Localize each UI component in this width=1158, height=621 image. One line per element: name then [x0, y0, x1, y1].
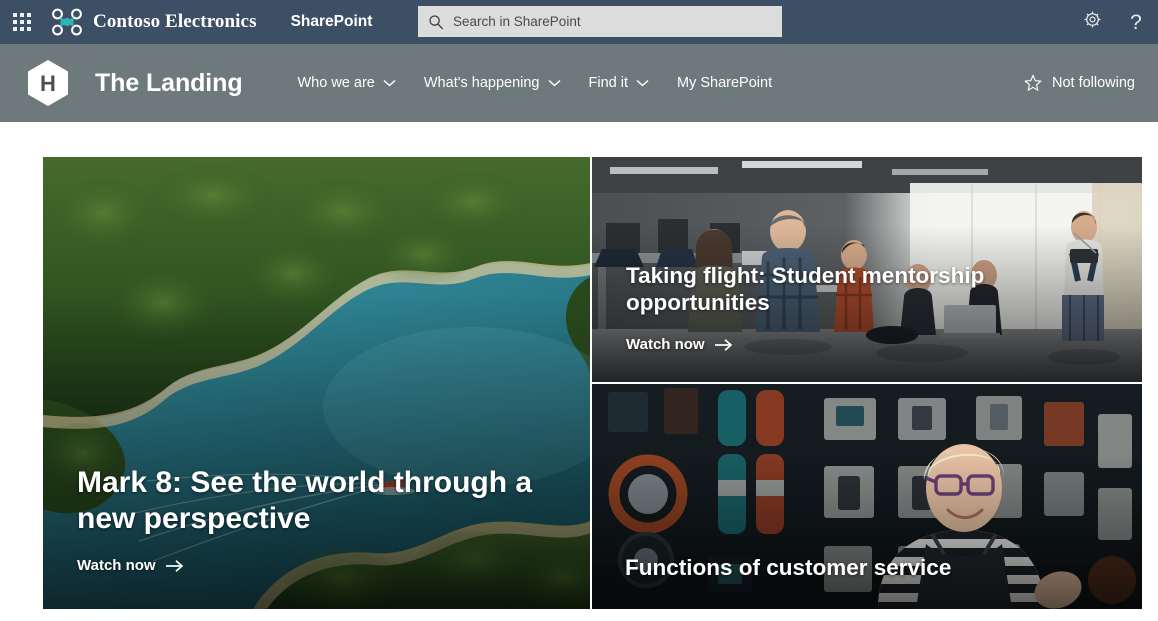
- follow-site-label: Not following: [1051, 75, 1135, 91]
- suite-app-name[interactable]: SharePoint: [291, 13, 373, 31]
- hero-tile-large[interactable]: Mark 8: See the world through a new pers…: [43, 157, 590, 609]
- hero-tile-bottom-right[interactable]: Functions of customer service: [592, 384, 1142, 609]
- nav-item-who-we-are[interactable]: Who we are: [284, 63, 410, 103]
- suite-bar: Contoso Electronics SharePoint Search in…: [0, 0, 1158, 44]
- chevron-down-icon: [636, 79, 649, 87]
- hero-tile-text: Mark 8: See the world through a new pers…: [77, 465, 560, 575]
- hero-web-part: Mark 8: See the world through a new pers…: [43, 157, 1142, 609]
- settings-button[interactable]: [1070, 0, 1114, 44]
- brand-name[interactable]: Contoso Electronics: [93, 11, 257, 33]
- nav-item-whats-happening[interactable]: What's happening: [410, 63, 575, 103]
- chevron-down-icon: [547, 79, 561, 87]
- follow-site-button[interactable]: Not following: [1016, 68, 1143, 98]
- help-button[interactable]: ?: [1114, 0, 1158, 44]
- search-input[interactable]: [453, 14, 772, 29]
- hero-tile-cta[interactable]: Watch now: [626, 336, 733, 353]
- gear-icon: [1083, 10, 1102, 34]
- site-navigation: Who we are What's happening Find it My S…: [284, 44, 787, 122]
- star-outline-icon: [1024, 74, 1042, 92]
- nav-item-my-sharepoint[interactable]: My SharePoint: [663, 63, 786, 103]
- site-header: H The Landing Who we are What's happenin…: [0, 44, 1158, 122]
- hero-tile-title: Taking flight: Student mentorship opport…: [626, 263, 985, 315]
- hero-tile-text: Taking flight: Student mentorship opport…: [626, 262, 1112, 354]
- nav-item-label: What's happening: [423, 75, 540, 91]
- arrow-right-icon: [714, 338, 733, 352]
- arrow-right-icon: [165, 559, 184, 573]
- search-box[interactable]: [418, 6, 782, 37]
- waffle-grid-icon: [13, 13, 31, 31]
- app-launcher-button[interactable]: [0, 0, 44, 44]
- nav-item-label: My SharePoint: [677, 75, 773, 91]
- hero-tile-text: Functions of customer service: [625, 554, 1112, 581]
- hero-tile-cta[interactable]: Watch now: [77, 557, 184, 574]
- contoso-drone-logo-icon[interactable]: [50, 7, 84, 37]
- svg-text:H: H: [40, 71, 56, 96]
- hero-tile-title: Functions of customer service: [625, 555, 952, 580]
- nav-item-find-it[interactable]: Find it: [575, 63, 664, 103]
- hero-tile-title: Mark 8: See the world through a new pers…: [77, 466, 533, 535]
- suite-bar-actions: ?: [1070, 0, 1158, 44]
- page-title[interactable]: The Landing: [95, 69, 243, 98]
- hero-tile-cta-label: Watch now: [626, 336, 705, 353]
- hero-tile-cta-label: Watch now: [77, 557, 156, 574]
- nav-item-label: Find it: [588, 75, 629, 91]
- question-mark-icon: ?: [1130, 10, 1142, 34]
- hero-scrim: [592, 451, 1142, 609]
- nav-item-label: Who we are: [297, 75, 375, 91]
- hero-tile-top-right[interactable]: Taking flight: Student mentorship opport…: [592, 157, 1142, 382]
- search-icon: [428, 14, 444, 30]
- hexagon-h-site-logo-icon[interactable]: H: [22, 57, 74, 109]
- page-canvas: Mark 8: See the world through a new pers…: [0, 122, 1158, 609]
- chevron-down-icon: [383, 79, 396, 87]
